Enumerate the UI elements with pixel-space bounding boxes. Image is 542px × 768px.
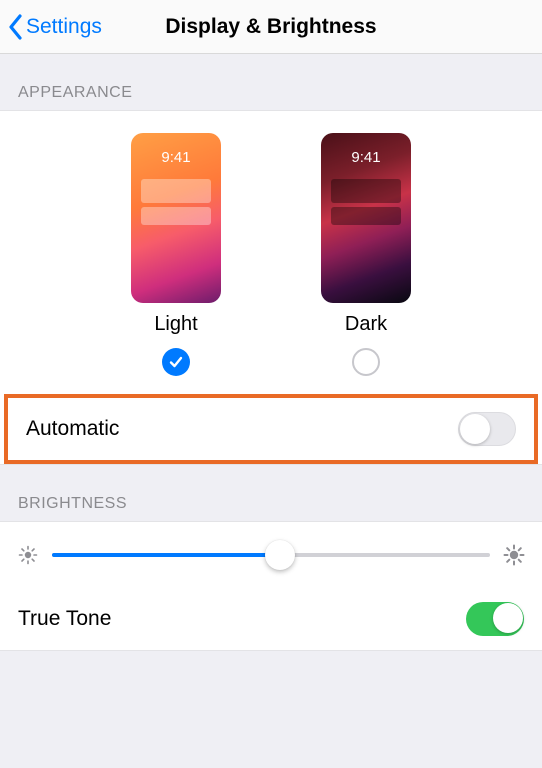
- preview-widget: [331, 207, 401, 225]
- preview-time-light: 9:41: [131, 149, 221, 166]
- dark-label: Dark: [345, 313, 387, 336]
- brightness-slider-row: [0, 522, 542, 588]
- light-preview: 9:41: [131, 133, 221, 303]
- preview-widget: [141, 179, 211, 203]
- sun-large-icon: [502, 543, 526, 567]
- brightness-panel: True Tone: [0, 521, 542, 651]
- appearance-panel: 9:41 Light 9:41 Dark Automatic: [0, 110, 542, 465]
- checkmark-icon: [168, 354, 184, 370]
- brightness-header: Brightness: [0, 465, 542, 521]
- dark-preview: 9:41: [321, 133, 411, 303]
- appearance-option-light[interactable]: 9:41 Light: [131, 133, 221, 376]
- light-radio[interactable]: [162, 348, 190, 376]
- automatic-switch[interactable]: [458, 412, 516, 446]
- appearance-header: Appearance: [0, 54, 542, 110]
- navbar: Settings Display & Brightness: [0, 0, 542, 54]
- brightness-slider[interactable]: [52, 540, 490, 570]
- preview-widget: [141, 207, 211, 225]
- light-label: Light: [154, 313, 197, 336]
- slider-thumb[interactable]: [265, 540, 295, 570]
- appearance-option-dark[interactable]: 9:41 Dark: [321, 133, 411, 376]
- automatic-row: Automatic: [4, 394, 538, 464]
- back-label: Settings: [26, 15, 102, 39]
- dark-radio[interactable]: [352, 348, 380, 376]
- true-tone-label: True Tone: [18, 607, 111, 631]
- switch-knob: [493, 603, 523, 633]
- true-tone-switch[interactable]: [466, 602, 524, 636]
- appearance-options: 9:41 Light 9:41 Dark: [0, 111, 542, 394]
- sun-small-icon: [16, 543, 40, 567]
- preview-time-dark: 9:41: [321, 149, 411, 166]
- back-button[interactable]: Settings: [0, 14, 102, 40]
- automatic-label: Automatic: [26, 417, 119, 441]
- switch-knob: [460, 414, 490, 444]
- preview-widget: [331, 179, 401, 203]
- true-tone-row: True Tone: [0, 588, 542, 650]
- chevron-left-icon: [8, 14, 24, 40]
- slider-fill: [52, 553, 280, 557]
